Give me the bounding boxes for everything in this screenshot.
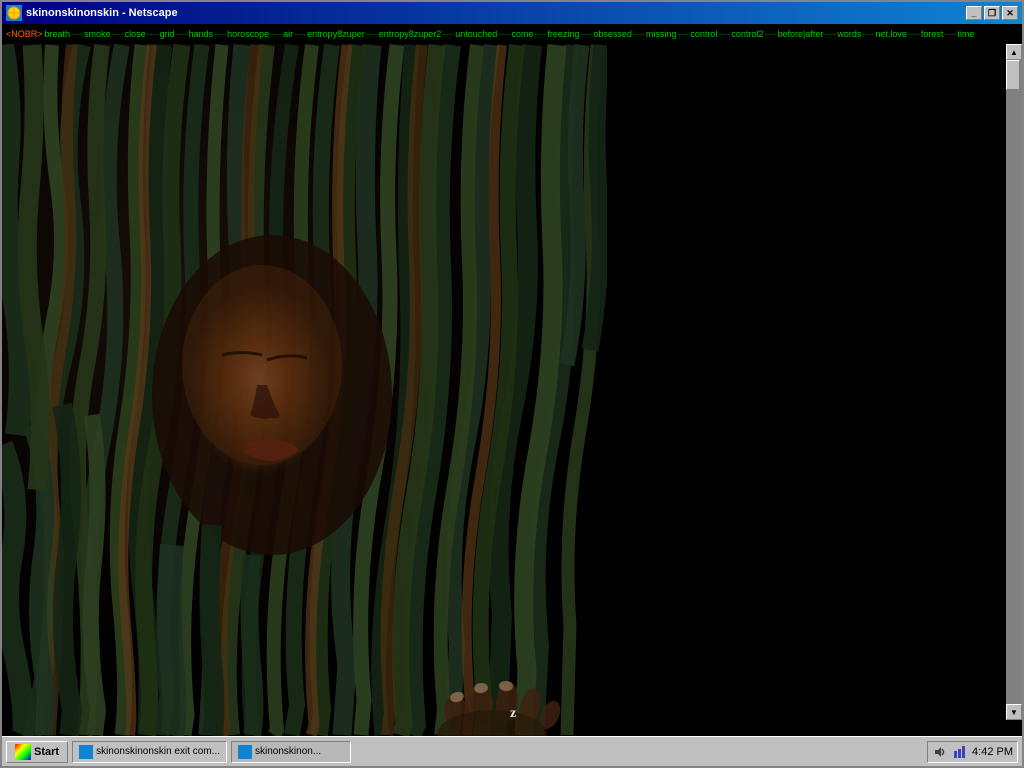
nav-link-netlove[interactable]: net.love [875,29,907,39]
svg-text:z: z [510,706,516,721]
black-background-right [607,44,1006,736]
restore-button[interactable]: ❐ [984,6,1000,20]
main-content-area: z ▲ ▼ [2,44,1022,736]
nav-link-forest[interactable]: forest [921,29,944,39]
nav-link-beforeafter[interactable]: before|after [777,29,823,39]
nav-link-hands[interactable]: hands [189,29,214,39]
system-tray: 4:42 PM [927,741,1018,763]
nav-link-come[interactable]: come [511,29,533,39]
main-image: z [2,44,607,736]
browser-window: skinonskinonskin - Netscape _ ❐ ✕ <NOBR>… [0,0,1024,768]
person-svg: z [2,44,607,736]
nav-bar: <NOBR> breath ---- smoke ---- close ----… [2,24,1022,44]
netscape-taskbar-icon-1 [238,745,252,759]
start-label: Start [34,746,59,758]
nav-link-control2[interactable]: control2 [731,29,763,39]
scroll-thumb[interactable] [1006,60,1020,90]
nav-link-words[interactable]: words [837,29,861,39]
nav-links: <NOBR> breath ---- smoke ---- close ----… [6,29,974,39]
nobr-tag: <NOBR> [6,29,43,39]
nav-link-smoke[interactable]: smoke [84,29,111,39]
nav-link-air[interactable]: air [283,29,293,39]
volume-icon[interactable] [932,744,948,760]
network-icon[interactable] [952,744,968,760]
minimize-button[interactable]: _ [966,6,982,20]
nav-link-untouched[interactable]: untouched [455,29,497,39]
nav-link-entropy8zuper[interactable]: entropy8zuper [307,29,365,39]
nav-link-time[interactable]: time [957,29,974,39]
taskbar-item-0[interactable]: skinonskinonskin exit com... [72,741,227,763]
scroll-track[interactable] [1006,60,1022,704]
taskbar-item-label-1: skinonskinon... [255,746,321,757]
nav-link-freezing[interactable]: freezing [547,29,579,39]
vertical-scrollbar[interactable]: ▲ ▼ [1006,44,1022,720]
title-bar-buttons: _ ❐ ✕ [966,6,1018,20]
nav-link-breath[interactable]: breath [45,29,71,39]
title-bar-left: skinonskinonskin - Netscape [6,5,178,21]
scroll-up-button[interactable]: ▲ [1006,44,1022,60]
taskbar: Start skinonskinonskin exit com... skino… [2,736,1022,766]
nav-link-control[interactable]: control [690,29,717,39]
taskbar-item-1[interactable]: skinonskinon... [231,741,351,763]
nav-link-close[interactable]: close [125,29,146,39]
nav-link-obsessed[interactable]: obsessed [593,29,632,39]
system-clock: 4:42 PM [972,746,1013,758]
netscape-icon [6,5,22,21]
netscape-taskbar-icon-0 [79,745,93,759]
scroll-down-button[interactable]: ▼ [1006,704,1022,720]
nav-link-entropy8zuper2[interactable]: entropy8zuper2 [379,29,442,39]
nav-link-horoscope[interactable]: horoscope [227,29,269,39]
start-button[interactable]: Start [6,741,68,763]
browser-content: <NOBR> breath ---- smoke ---- close ----… [2,24,1022,736]
windows-logo-icon [15,744,31,760]
taskbar-item-label-0: skinonskinonskin exit com... [96,746,220,757]
title-bar: skinonskinonskin - Netscape _ ❐ ✕ [2,2,1022,24]
close-button[interactable]: ✕ [1002,6,1018,20]
window-title: skinonskinonskin - Netscape [26,7,178,19]
nav-link-grid[interactable]: grid [160,29,175,39]
nav-link-missing[interactable]: missing [646,29,677,39]
